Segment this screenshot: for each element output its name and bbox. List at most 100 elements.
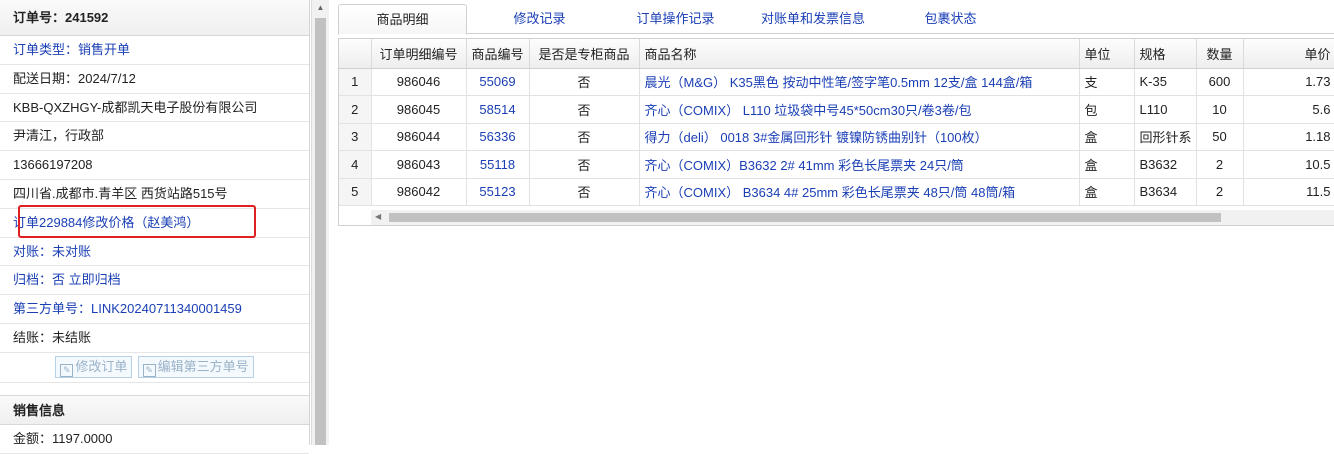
settle-status: 结账：未结账 — [0, 324, 309, 353]
detail-no: 986042 — [371, 178, 467, 206]
delivery-date: 配送日期：2024/7/12 — [0, 65, 309, 94]
unit-price: 1.73 — [1243, 68, 1334, 96]
col-header-product-name[interactable]: 商品名称 — [639, 39, 1080, 69]
product-no-link[interactable]: 58514 — [466, 95, 530, 124]
table-row[interactable]: 1 986046 55069 否 晨光（M&G） K35黑色 按动中性笔/签字笔… — [339, 68, 1334, 96]
detail-no: 986045 — [371, 95, 467, 124]
product-no-link[interactable]: 55118 — [466, 150, 530, 179]
product-no-link[interactable]: 56336 — [466, 123, 530, 151]
col-header-detail-no[interactable]: 订单明细编号 — [371, 39, 467, 69]
unit: 支 — [1079, 68, 1135, 96]
unit-price: 10.5 — [1243, 150, 1334, 179]
quantity: 600 — [1196, 68, 1244, 96]
unit: 包 — [1079, 95, 1135, 124]
col-header-quantity[interactable]: 数量 — [1196, 39, 1244, 69]
table-row[interactable]: 2 986045 58514 否 齐心（COMIX） L110 垃圾袋中号45*… — [339, 95, 1334, 124]
third-party-label: 第三方单号： — [13, 301, 92, 317]
product-no-link[interactable]: 55123 — [466, 178, 530, 206]
detail-no: 986046 — [371, 68, 467, 96]
scroll-up-arrow-icon[interactable]: ▲ — [312, 0, 329, 16]
edit-order-label: 修改订单 — [75, 358, 128, 374]
tab-change-log[interactable]: 修改记录 — [488, 4, 591, 35]
detail-no: 986043 — [371, 150, 467, 179]
horizontal-scrollbar-thumb[interactable] — [389, 213, 1221, 222]
row-index: 2 — [339, 95, 372, 124]
table-row[interactable]: 5 986042 55123 否 齐心（COMIX） B3634 4# 25mm… — [339, 178, 1334, 206]
edit-third-party-button[interactable]: ✎ 编辑第三方单号 — [137, 355, 254, 378]
quantity: 10 — [1196, 95, 1244, 124]
unit-price: 11.5 — [1243, 178, 1334, 206]
tab-package-status[interactable]: 包裹状态 — [903, 4, 998, 35]
quantity: 2 — [1196, 150, 1244, 179]
archive-now-link[interactable]: 否 立即归档 — [52, 272, 121, 287]
row-index: 1 — [339, 68, 372, 96]
spec: B3634 — [1134, 178, 1197, 206]
action-buttons: ✎ 修改订单 ✎ 编辑第三方单号 — [0, 353, 309, 383]
unit-price: 5.6 — [1243, 95, 1334, 124]
edit-third-party-label: 编辑第三方单号 — [157, 358, 249, 374]
spec: 回形针系 — [1134, 123, 1197, 151]
quantity: 2 — [1196, 178, 1244, 206]
reconcile-label: 对账： — [13, 243, 53, 259]
unit-price: 1.18 — [1243, 123, 1334, 151]
quantity: 50 — [1196, 123, 1244, 151]
product-name-link[interactable]: 齐心（COMIX） B3634 4# 25mm 彩色长尾票夹 48只/筒 48筒… — [639, 178, 1080, 206]
table-header-row: 订单明细编号 商品编号 是否是专柜商品 商品名称 单位 规格 数量 单价 — [339, 39, 1334, 69]
spec: L110 — [1134, 95, 1197, 124]
order-number-title: 订单号：241592 — [0, 0, 309, 36]
reconcile-status: 对账：未对账 — [0, 238, 309, 267]
unit: 盒 — [1079, 150, 1135, 179]
edit-order-button[interactable]: ✎ 修改订单 — [55, 355, 133, 378]
edit-icon: ✎ — [142, 363, 156, 377]
highlight-annotation — [18, 205, 256, 238]
vertical-scrollbar[interactable]: ▲ — [311, 0, 329, 445]
spec: K-35 — [1134, 68, 1197, 96]
product-table: 订单明细编号 商品编号 是否是专柜商品 商品名称 单位 规格 数量 单价 1 9… — [339, 39, 1334, 206]
col-header-unit[interactable]: 单位 — [1079, 39, 1135, 69]
product-no-link[interactable]: 55069 — [466, 68, 530, 96]
counter-flag: 否 — [529, 95, 640, 124]
product-name-link[interactable]: 齐心（COMIX） L110 垃圾袋中号45*50cm30只/卷3卷/包 — [639, 95, 1080, 124]
product-name-link[interactable]: 晨光（M&G） K35黑色 按动中性笔/签字笔0.5mm 12支/盒 144盒/… — [639, 68, 1080, 96]
third-party-value: LINK20240711340001459 — [91, 301, 242, 317]
reconcile-value: 未对账 — [52, 243, 92, 259]
horizontal-scrollbar[interactable]: ◀ — [371, 210, 1334, 225]
table-row[interactable]: 3 986044 56336 否 得力（deli） 0018 3#金属回形针 镀… — [339, 123, 1334, 151]
row-index: 4 — [339, 150, 372, 179]
row-index: 5 — [339, 178, 372, 206]
col-header-unit-price[interactable]: 单价 — [1243, 39, 1334, 69]
tab-order-operation-log[interactable]: 订单操作记录 — [618, 4, 733, 35]
edit-icon: ✎ — [60, 363, 74, 377]
col-header-spec[interactable]: 规格 — [1134, 39, 1197, 69]
scroll-left-arrow-icon[interactable]: ◀ — [375, 212, 381, 221]
detail-no: 986044 — [371, 123, 467, 151]
unit: 盒 — [1079, 178, 1135, 206]
scrollbar-thumb[interactable] — [315, 18, 326, 445]
customer-name: KBB-QXZHGY-成都凯天电子股份有限公司 — [0, 94, 309, 123]
spec: B3632 — [1134, 150, 1197, 179]
col-header-counter-flag[interactable]: 是否是专柜商品 — [529, 39, 640, 69]
product-name-link[interactable]: 齐心（COMIX）B3632 2# 41mm 彩色长尾票夹 24只/筒 — [639, 150, 1080, 179]
sales-amount: 金额：1197.0000 — [0, 425, 309, 454]
order-type: 订单类型：销售开单 — [0, 36, 309, 65]
archive-label: 归档： — [13, 272, 53, 288]
row-index: 3 — [339, 123, 372, 151]
main-area: 商品明细 修改记录 订单操作记录 对账单和发票信息 包裹状态 订单明细编号 商品… — [338, 0, 1334, 445]
col-header-product-no[interactable]: 商品编号 — [466, 39, 530, 69]
unit: 盒 — [1079, 123, 1135, 151]
counter-flag: 否 — [529, 123, 640, 151]
product-name-link[interactable]: 得力（deli） 0018 3#金属回形针 镀镍防锈曲别针（100枚） — [639, 123, 1080, 151]
tab-statement-invoice[interactable]: 对账单和发票信息 — [748, 4, 878, 35]
contact-person: 尹清江，行政部 — [0, 122, 309, 152]
table-row[interactable]: 4 986043 55118 否 齐心（COMIX）B3632 2# 41mm … — [339, 150, 1334, 179]
sales-info-title: 销售信息 — [0, 394, 309, 425]
contact-phone: 13666197208 — [0, 151, 309, 180]
tab-bar: 商品明细 修改记录 订单操作记录 对账单和发票信息 包裹状态 — [338, 0, 1334, 35]
product-detail-grid: 订单明细编号 商品编号 是否是专柜商品 商品名称 单位 规格 数量 单价 1 9… — [338, 38, 1334, 226]
counter-flag: 否 — [529, 178, 640, 206]
archive-status: 归档：否 立即归档 — [0, 266, 309, 296]
third-party-number: 第三方单号：LINK20240711340001459 — [0, 295, 309, 324]
counter-flag: 否 — [529, 150, 640, 179]
counter-flag: 否 — [529, 68, 640, 96]
tab-product-details[interactable]: 商品明细 — [338, 4, 467, 35]
